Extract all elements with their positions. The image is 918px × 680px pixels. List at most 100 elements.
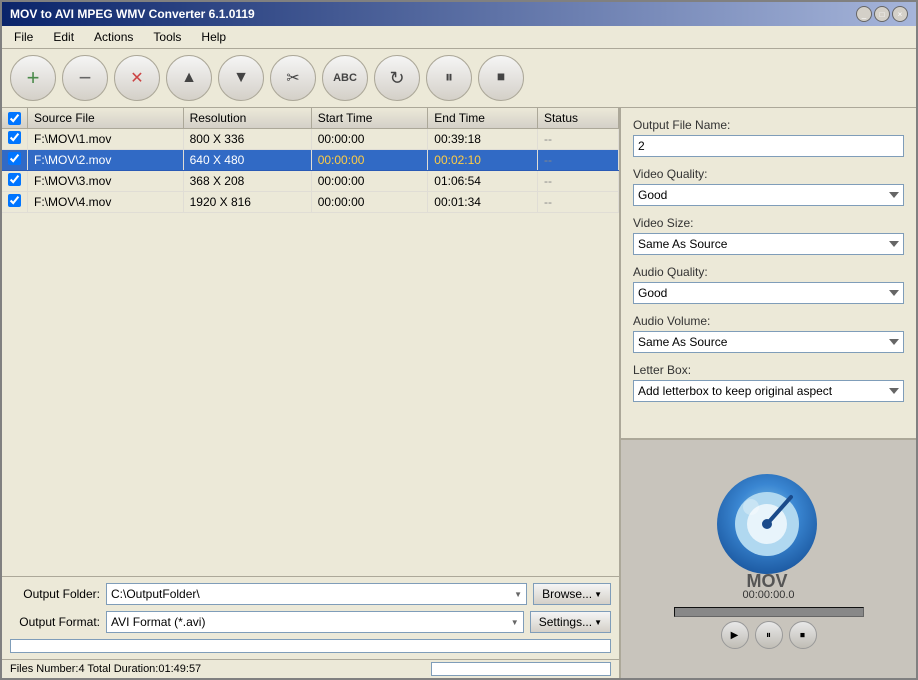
bottom-controls: Output Folder: C:\OutputFolder\ ▼ Browse…	[2, 576, 619, 659]
audio-volume-select[interactable]: Same As Source 25% 50% 75% 100% 150%	[633, 331, 904, 353]
row-resolution: 368 X 208	[183, 171, 311, 192]
audio-volume-label: Audio Volume:	[633, 314, 904, 328]
svg-text:MOV: MOV	[746, 571, 787, 589]
output-format-value: AVI Format (*.avi)	[111, 615, 205, 629]
pause-button[interactable]: ⏸	[426, 55, 472, 101]
clear-button[interactable]: ✕	[114, 55, 160, 101]
remove-button[interactable]: −	[62, 55, 108, 101]
preview-buttons: ▶ ⏸ ⏹	[721, 621, 817, 649]
preview-play-button[interactable]: ▶	[721, 621, 749, 649]
table-row[interactable]: F:\MOV\4.mov 1920 X 816 00:00:00 00:01:3…	[2, 192, 619, 213]
file-list: Source File Resolution Start Time End Ti…	[2, 108, 619, 576]
col-source-file: Source File	[28, 108, 184, 129]
menu-tools[interactable]: Tools	[145, 28, 189, 46]
preview-stop-button[interactable]: ⏹	[789, 621, 817, 649]
row-resolution: 1920 X 816	[183, 192, 311, 213]
add-button[interactable]: +	[10, 55, 56, 101]
row-start-time: 00:00:00	[311, 129, 428, 150]
output-format-row: Output Format: AVI Format (*.avi) ▼ Sett…	[10, 611, 611, 633]
col-end-time: End Time	[428, 108, 538, 129]
preview-area: MOV 00:00:00.0 ▶ ⏸ ⏹	[621, 438, 916, 678]
menu-help[interactable]: Help	[193, 28, 234, 46]
preview-progress-bar[interactable]	[674, 607, 864, 617]
row-start-time: 00:00:00	[311, 171, 428, 192]
format-dropdown-arrow: ▼	[511, 618, 519, 627]
audio-quality-select[interactable]: Good Better Best Normal	[633, 282, 904, 304]
mov-icon: MOV	[699, 469, 839, 589]
title-bar: MOV to AVI MPEG WMV Converter 6.1.0119 _…	[2, 2, 916, 26]
toolbar: + − ✕ ▲ ▼ ✂ ABC ↻ ⏸ ⏹	[2, 49, 916, 108]
settings-dropdown-arrow: ▼	[594, 618, 602, 627]
stop-button[interactable]: ⏹	[478, 55, 524, 101]
status-bar: Files Number:4 Total Duration:01:49:57	[2, 659, 619, 678]
output-file-name-input[interactable]: 2	[633, 135, 904, 157]
video-quality-select[interactable]: Good Better Best Normal	[633, 184, 904, 206]
table-row[interactable]: F:\MOV\1.mov 800 X 336 00:00:00 00:39:18…	[2, 129, 619, 150]
close-button[interactable]: ×	[892, 6, 908, 22]
row-status: --	[537, 192, 618, 213]
row-end-time: 00:01:34	[428, 192, 538, 213]
convert-button[interactable]: ↻	[374, 55, 420, 101]
preview-pause-button[interactable]: ⏸	[755, 621, 783, 649]
menu-bar: File Edit Actions Tools Help	[2, 26, 916, 49]
browse-button[interactable]: Browse... ▼	[533, 583, 611, 605]
cut-button[interactable]: ✂	[270, 55, 316, 101]
row-file: F:\MOV\1.mov	[28, 129, 184, 150]
output-folder-label: Output Folder:	[10, 587, 100, 601]
audio-volume-field: Audio Volume: Same As Source 25% 50% 75%…	[633, 314, 904, 353]
row-checkbox-cell	[2, 129, 28, 150]
letter-box-field: Letter Box: Add letterbox to keep origin…	[633, 363, 904, 402]
output-file-name-field: Output File Name: 2	[633, 118, 904, 157]
select-all-checkbox[interactable]	[8, 112, 21, 125]
row-start-time: 00:00:00	[311, 192, 428, 213]
left-panel: Source File Resolution Start Time End Ti…	[2, 108, 621, 678]
audio-quality-field: Audio Quality: Good Better Best Normal	[633, 265, 904, 304]
video-size-label: Video Size:	[633, 216, 904, 230]
folder-dropdown-arrow: ▼	[514, 590, 522, 599]
video-quality-field: Video Quality: Good Better Best Normal	[633, 167, 904, 206]
audio-quality-label: Audio Quality:	[633, 265, 904, 279]
move-down-button[interactable]: ▼	[218, 55, 264, 101]
output-file-name-label: Output File Name:	[633, 118, 904, 132]
row-resolution: 640 X 480	[183, 150, 311, 171]
video-quality-label: Video Quality:	[633, 167, 904, 181]
menu-edit[interactable]: Edit	[45, 28, 82, 46]
output-folder-combo[interactable]: C:\OutputFolder\ ▼	[106, 583, 527, 605]
right-settings: Output File Name: 2 Video Quality: Good …	[621, 108, 916, 438]
right-panel: Output File Name: 2 Video Quality: Good …	[621, 108, 916, 678]
row-checkbox-cell	[2, 150, 28, 171]
settings-button[interactable]: Settings... ▼	[530, 611, 611, 633]
row-end-time: 00:02:10	[428, 150, 538, 171]
move-up-button[interactable]: ▲	[166, 55, 212, 101]
rename-button[interactable]: ABC	[322, 55, 368, 101]
preview-time: 00:00:00.0	[743, 589, 795, 601]
minimize-button[interactable]: _	[856, 6, 872, 22]
row-checkbox[interactable]	[8, 152, 21, 165]
row-status: --	[537, 150, 618, 171]
output-folder-value: C:\OutputFolder\	[111, 587, 200, 601]
output-format-combo[interactable]: AVI Format (*.avi) ▼	[106, 611, 524, 633]
video-size-select[interactable]: Same As Source 320x240 640x480 1280x720	[633, 233, 904, 255]
row-resolution: 800 X 336	[183, 129, 311, 150]
col-checkbox	[2, 108, 28, 129]
output-folder-row: Output Folder: C:\OutputFolder\ ▼ Browse…	[10, 583, 611, 605]
col-start-time: Start Time	[311, 108, 428, 129]
row-status: --	[537, 171, 618, 192]
row-checkbox-cell	[2, 192, 28, 213]
table-row[interactable]: F:\MOV\2.mov 640 X 480 00:00:00 00:02:10…	[2, 150, 619, 171]
row-checkbox[interactable]	[8, 194, 21, 207]
status-progress-bar	[431, 662, 611, 676]
maximize-button[interactable]: □	[874, 6, 890, 22]
menu-actions[interactable]: Actions	[86, 28, 141, 46]
table-row[interactable]: F:\MOV\3.mov 368 X 208 00:00:00 01:06:54…	[2, 171, 619, 192]
menu-file[interactable]: File	[6, 28, 41, 46]
preview-controls	[670, 607, 868, 617]
window-controls: _ □ ×	[856, 6, 908, 22]
row-checkbox[interactable]	[8, 173, 21, 186]
row-start-time: 00:00:00	[311, 150, 428, 171]
browse-dropdown-arrow: ▼	[594, 590, 602, 599]
letter-box-select[interactable]: Add letterbox to keep original aspect No…	[633, 380, 904, 402]
col-resolution: Resolution	[183, 108, 311, 129]
col-status: Status	[537, 108, 618, 129]
row-checkbox[interactable]	[8, 131, 21, 144]
